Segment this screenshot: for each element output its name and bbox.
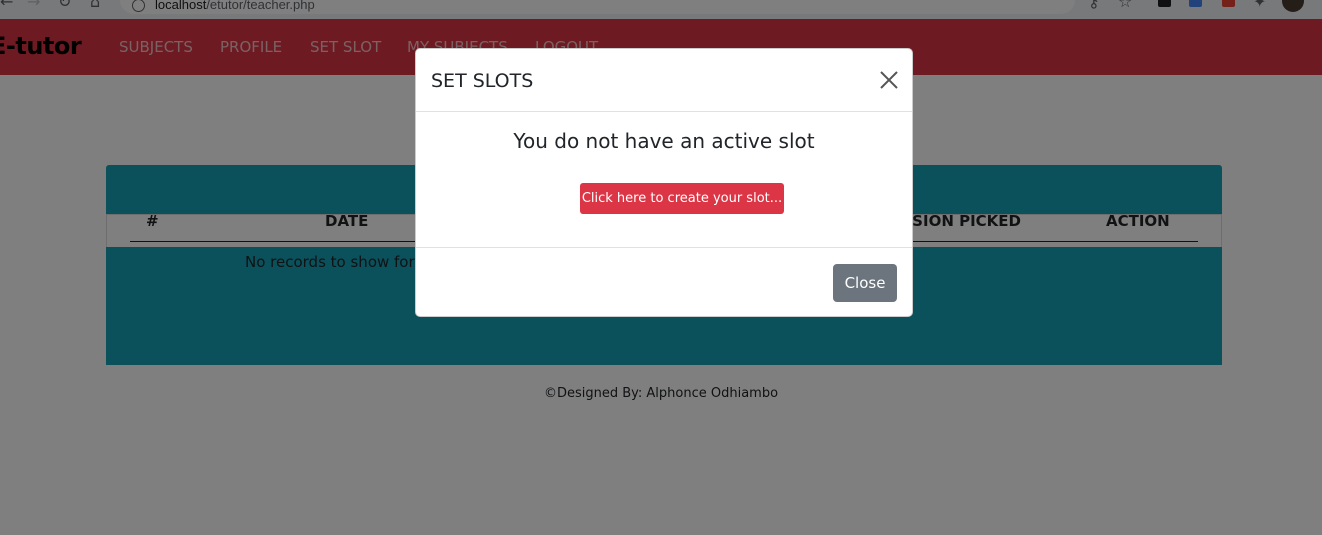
create-slot-button[interactable]: Click here to create your slot... [580,183,784,214]
modal-header: SET SLOTS [416,49,912,112]
modal-footer: Close [416,247,912,317]
modal-title: SET SLOTS [431,70,534,92]
no-active-slot-message: You do not have an active slot [513,129,815,153]
close-icon[interactable] [876,67,902,93]
modal-body: You do not have an active slot Click her… [416,112,912,246]
close-button[interactable]: Close [833,264,897,302]
set-slots-modal: SET SLOTS You do not have an active slot… [415,48,913,317]
